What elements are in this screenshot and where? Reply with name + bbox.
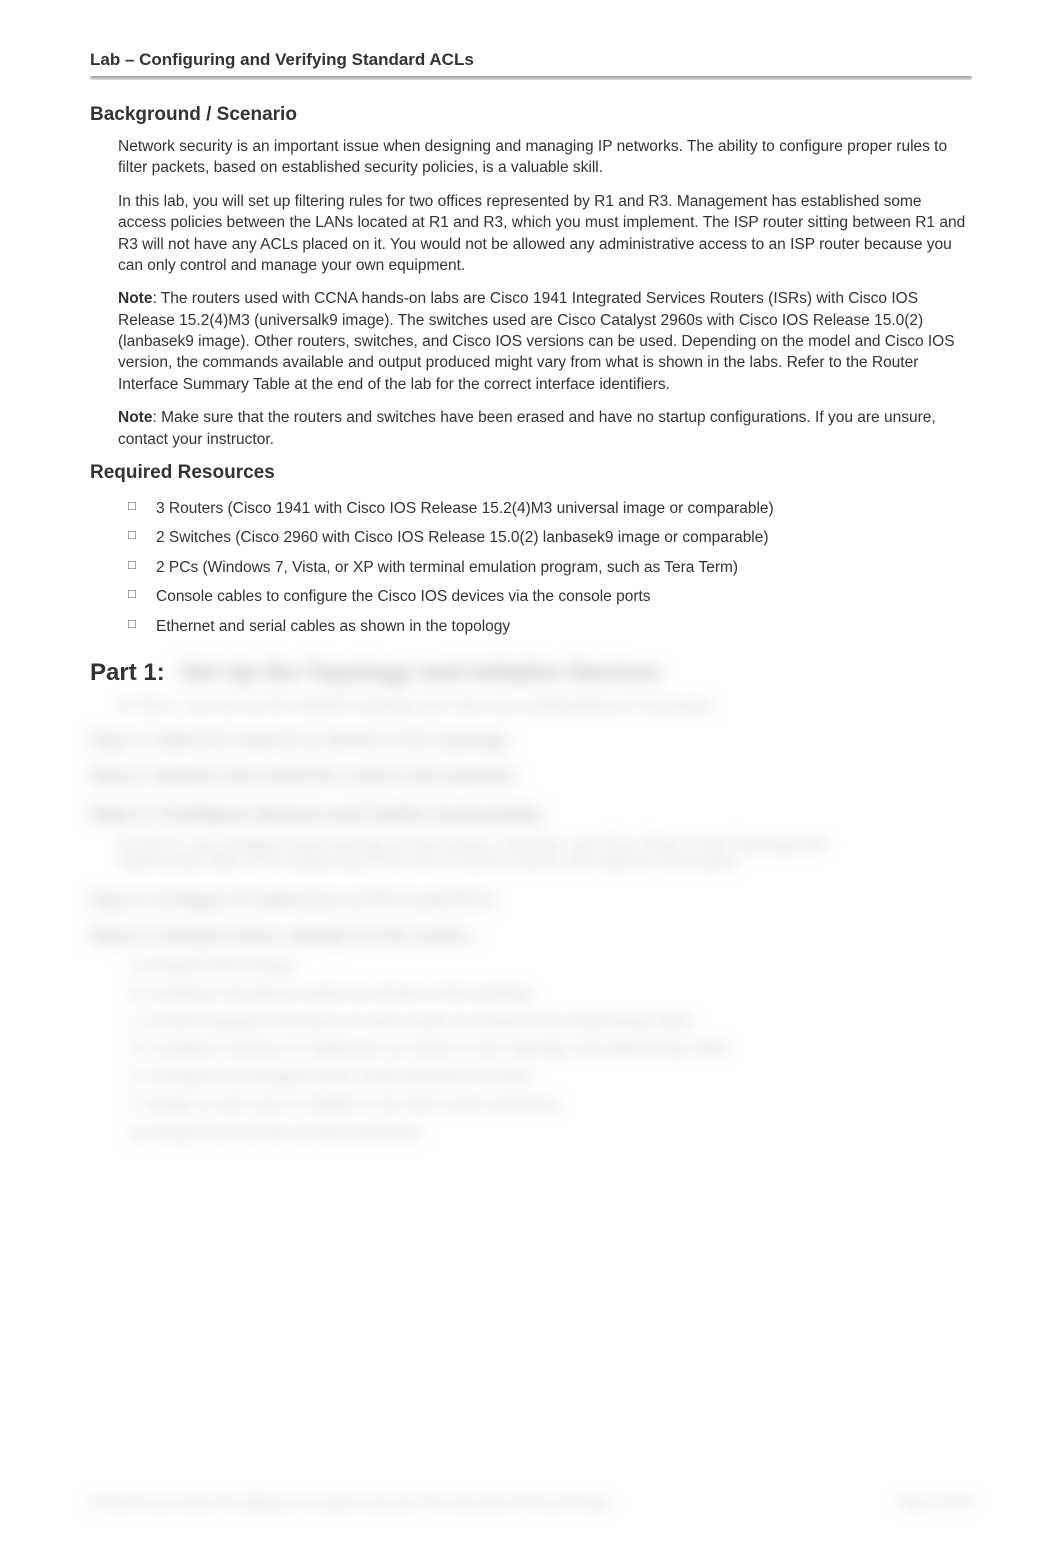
background-p2: In this lab, you will set up filtering r… — [118, 191, 972, 277]
step1-heading-blurred: Step 1: Cable the network as shown in th… — [90, 730, 972, 750]
page-header: Lab – Configuring and Verifying Standard… — [90, 50, 972, 80]
part1-title-blurred: Set Up the Topology and Initialize Devic… — [181, 659, 661, 687]
footer-page-number: Page 2 of 13 — [898, 1495, 972, 1510]
step3-heading-blurred: Step 3: Configure Devices and Verify Con… — [90, 804, 972, 826]
step5-heading-blurred: Step 5: Configure basic settings for the… — [90, 926, 972, 946]
resources-list: □ 3 Routers (Cisco 1941 with Cisco IOS Re… — [128, 494, 972, 641]
list-item: a. Disable DNS lookup. — [132, 952, 972, 980]
background-note2: Note: Make sure that the routers and swi… — [118, 407, 972, 450]
list-item: e. Configure a privileged EXEC mode pass… — [132, 1063, 972, 1091]
list-item: □ 2 PCs (Windows 7, Vista, or XP with ter… — [128, 553, 972, 582]
bullet-icon: □ — [128, 523, 136, 548]
step5-list-blurred: a. Disable DNS lookup. b. Configure the … — [132, 952, 972, 1146]
resource-text: 3 Routers (Cisco 1941 with Cisco IOS Rel… — [156, 500, 774, 517]
note2-body: : Make sure that the routers and switche… — [118, 409, 936, 447]
bullet-icon: □ — [128, 494, 136, 519]
list-item: f. Assign a clock rate of 128000 to the … — [132, 1091, 972, 1119]
resource-text: 2 Switches (Cisco 2960 with Cisco IOS Re… — [156, 529, 769, 546]
bullet-icon: □ — [128, 582, 136, 607]
bullet-icon: □ — [128, 553, 136, 578]
bullet-icon: □ — [128, 612, 136, 637]
list-item: g. Assign cisco as the console password. — [132, 1119, 972, 1147]
resource-text: Ethernet and serial cables as shown in t… — [156, 618, 510, 635]
background-body: Network security is an important issue w… — [118, 136, 972, 450]
part1-label: Part 1: — [90, 659, 165, 687]
resources-heading: Required Resources — [90, 462, 972, 484]
step4-heading-blurred: Step 4: Configure IP addresses on PC-A a… — [90, 890, 972, 910]
list-item: d. Configure interface IP addresses as s… — [132, 1035, 972, 1063]
list-item: □ 3 Routers (Cisco 1941 with Cisco IOS Re… — [128, 494, 972, 523]
part1-heading-row: Part 1: Set Up the Topology and Initiali… — [90, 659, 972, 687]
background-note1: Note: The routers used with CCNA hands-o… — [118, 288, 972, 395]
list-item: □ 2 Switches (Cisco 2960 with Cisco IOS R… — [128, 523, 972, 552]
background-p1: Network security is an important issue w… — [118, 136, 972, 179]
document-page: Lab – Configuring and Verifying Standard… — [0, 0, 1062, 1556]
list-item: □ Ethernet and serial cables as shown in … — [128, 612, 972, 641]
note1-label: Note — [118, 290, 152, 307]
resource-text: 2 PCs (Windows 7, Vista, or XP with term… — [156, 559, 738, 576]
step3-body-blurred: In Part 2, you configure basic settings … — [118, 836, 878, 870]
header-title: Lab – Configuring and Verifying Standard… — [90, 50, 972, 70]
list-item: c. Create loopback interfaces on each ro… — [132, 1008, 972, 1036]
page-footer: © 2013 Cisco and/or its affiliates. All … — [90, 1495, 972, 1510]
list-item: b. Configure the device names as shown i… — [132, 980, 972, 1008]
background-heading: Background / Scenario — [90, 104, 972, 126]
part1-sub-blurred: In Part 1, you set up the network topolo… — [118, 697, 972, 714]
list-item: □ Console cables to configure the Cisco I… — [128, 582, 972, 611]
resource-text: Console cables to configure the Cisco IO… — [156, 588, 651, 605]
header-divider — [90, 76, 972, 80]
footer-copyright: © 2013 Cisco and/or its affiliates. All … — [90, 1495, 614, 1510]
note1-body: : The routers used with CCNA hands-on la… — [118, 290, 955, 393]
step2-heading-blurred: Step 2: Initialize and reload the router… — [90, 766, 972, 786]
note2-label: Note — [118, 409, 152, 426]
